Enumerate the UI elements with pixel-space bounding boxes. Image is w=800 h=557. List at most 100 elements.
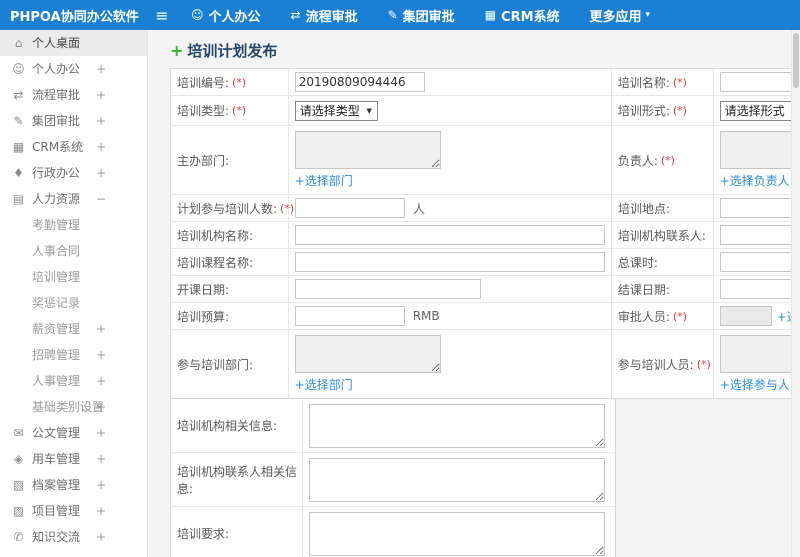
expand-icon[interactable]: + <box>96 420 106 446</box>
host-department-textarea[interactable] <box>294 131 441 169</box>
host-department-link[interactable]: +选择部门 <box>295 172 353 189</box>
sidebar-menu: ⌂ 个人桌面 ☺ 个人办公 + ⇄ 流程审批 + ✎ 集团审批 + ▦ CRM系统 + ♦ 行政办公 + ▤ 人力资… <box>0 30 147 550</box>
training-form-select[interactable]: 请选择形式▼ <box>719 100 800 121</box>
sidebar-item-salary-mgmt[interactable]: 薪资管理 + <box>0 316 147 342</box>
expand-icon[interactable]: + <box>96 342 106 368</box>
nav-item-label: 集团审批 <box>402 9 455 25</box>
nav-item-crm-system[interactable]: ▦ CRM系统 <box>470 0 575 30</box>
participants-field: +选择参与人员 <box>714 330 800 398</box>
sidebar-item-archive-mgmt[interactable]: ▧ 档案管理 + <box>0 472 147 498</box>
expand-icon[interactable]: + <box>96 368 106 394</box>
start-date-input[interactable] <box>294 279 481 299</box>
training-budget-input[interactable] <box>294 306 405 326</box>
sidebar-item-admin-office[interactable]: ♦ 行政办公 + <box>0 160 147 186</box>
participants-textarea[interactable] <box>719 335 800 373</box>
sidebar-item-process-approval[interactable]: ⇄ 流程审批 + <box>0 82 147 108</box>
sidebar-item-group-approval[interactable]: ✎ 集团审批 + <box>0 108 147 134</box>
flow-icon: ⇄ <box>13 88 24 102</box>
sidebar-item-personnel-contract[interactable]: 人事合同 <box>0 238 147 264</box>
planned-participants-field: 人 <box>289 195 612 221</box>
field-label-text: 计划参与培训人数: <box>177 201 278 216</box>
scrollbar-thumb[interactable] <box>793 33 799 88</box>
sidebar-item-personnel-mgmt[interactable]: 人事管理 + <box>0 368 147 394</box>
expand-icon[interactable]: + <box>96 56 106 82</box>
training-type-select[interactable]: 请选择类型 ▼ <box>294 100 378 121</box>
scrollbar[interactable] <box>791 30 800 557</box>
field-label-text: 负责人: <box>617 153 658 168</box>
expand-icon[interactable]: + <box>96 394 106 420</box>
sidebar-item-document-mgmt[interactable]: ✉ 公文管理 + <box>0 420 147 446</box>
menu-icon[interactable]: ≡ <box>148 6 176 25</box>
participating-departments-link[interactable]: +选择部门 <box>295 376 353 393</box>
nav-item-process-approval[interactable]: ⇄ 流程审批 <box>276 0 373 30</box>
expand-icon[interactable]: + <box>96 524 106 550</box>
planned-participants-input[interactable] <box>295 198 405 218</box>
nav-item-personal-office[interactable]: ☺ 个人办公 <box>176 0 276 30</box>
nav-item-group-approval[interactable]: ✎ 集团审批 <box>373 0 470 30</box>
course-name-input[interactable] <box>294 252 605 272</box>
sidebar-item-knowledge-exchange[interactable]: ✆ 知识交流 + <box>0 524 147 550</box>
expand-icon[interactable]: + <box>96 316 106 342</box>
participating-departments-textarea[interactable] <box>294 335 441 373</box>
approver-input[interactable] <box>719 306 772 326</box>
sidebar-item-project-mgmt[interactable]: ▨ 项目管理 + <box>0 498 147 524</box>
field-label-text: 培训机构名称: <box>177 228 254 243</box>
org-related-info-textarea[interactable] <box>309 403 605 448</box>
org-contact-related-info-label: 培训机构联系人相关信息: <box>171 453 303 506</box>
org-related-info-label: 培训机构相关信息: <box>171 399 303 452</box>
org-contact-input[interactable] <box>719 225 800 245</box>
training-form-label: 培训形式: (*) <box>612 96 714 125</box>
training-type-select-value: 请选择类型 <box>299 104 360 118</box>
sidebar-item-base-category-settings[interactable]: 基础类别设置 + <box>0 394 147 420</box>
nav-item-more-apps[interactable]: 更多应用 ▾ <box>575 0 666 30</box>
expand-icon[interactable]: + <box>96 472 106 498</box>
expand-icon[interactable]: + <box>96 498 106 524</box>
participants-link[interactable]: +选择参与人员 <box>720 376 800 393</box>
field-label-text: 培训机构相关信息: <box>177 419 278 433</box>
nav-item-label: 个人办公 <box>208 9 261 25</box>
leader-textarea[interactable] <box>719 131 800 169</box>
leader-link[interactable]: +选择负责人 <box>720 172 790 189</box>
sidebar-item-reward-records[interactable]: 奖惩记录 <box>0 290 147 316</box>
sidebar-item-crm-system[interactable]: ▦ CRM系统 + <box>0 134 147 160</box>
expand-icon[interactable]: + <box>96 160 106 186</box>
training-number-input[interactable] <box>294 72 425 92</box>
host-department-field: +选择部门 <box>289 126 612 194</box>
sidebar-item-attendance-mgmt[interactable]: 考勤管理 <box>0 212 147 238</box>
sidebar-item-label: 流程审批 <box>32 88 81 102</box>
training-requirements-textarea[interactable] <box>309 511 605 556</box>
sidebar-item-human-resources[interactable]: ▤ 人力资源 − <box>0 186 147 212</box>
sidebar-item-training-mgmt[interactable]: 培训管理 <box>0 264 147 290</box>
expand-icon[interactable]: + <box>96 134 106 160</box>
training-requirements-field <box>303 507 615 557</box>
org-contact-label: 培训机构联系人: <box>612 222 714 248</box>
org-contact-field <box>714 222 800 248</box>
form-row: 开课日期: 结课日期: <box>171 276 800 303</box>
form-row: 培训机构名称: 培训机构联系人: <box>171 222 800 249</box>
sidebar-item-label: 公文管理 <box>32 426 81 440</box>
end-date-input[interactable] <box>719 279 800 299</box>
training-budget-field: RMB <box>289 303 612 329</box>
training-budget-label: 培训预算: <box>171 303 289 329</box>
org-name-label: 培训机构名称: <box>171 222 289 248</box>
expand-icon[interactable]: + <box>96 108 106 134</box>
expand-icon[interactable]: + <box>96 446 106 472</box>
field-label-text: 参与培训人员: <box>617 357 694 372</box>
collapse-icon[interactable]: − <box>96 186 106 212</box>
sidebar-item-personal-desktop[interactable]: ⌂ 个人桌面 <box>0 30 147 56</box>
sidebar-item-vehicle-mgmt[interactable]: ◈ 用车管理 + <box>0 446 147 472</box>
total-class-hours-input[interactable] <box>719 252 800 272</box>
training-name-input[interactable] <box>719 72 800 92</box>
required-mark: (*) <box>672 75 687 89</box>
expand-icon[interactable]: + <box>96 82 106 108</box>
org-name-input[interactable] <box>294 225 605 245</box>
sidebar-item-personal-office[interactable]: ☺ 个人办公 + <box>0 56 147 82</box>
sidebar-item-label: 招聘管理 <box>32 348 81 362</box>
org-contact-related-info-textarea[interactable] <box>309 457 605 502</box>
field-label-text: 结课日期: <box>617 282 670 297</box>
field-label-text: 培训机构联系人: <box>617 228 706 243</box>
sidebar-item-recruit-mgmt[interactable]: 招聘管理 + <box>0 342 147 368</box>
training-location-input[interactable] <box>719 198 800 218</box>
leader-field: +选择负责人 <box>714 126 800 194</box>
monitor-icon: ▦ <box>484 8 497 22</box>
